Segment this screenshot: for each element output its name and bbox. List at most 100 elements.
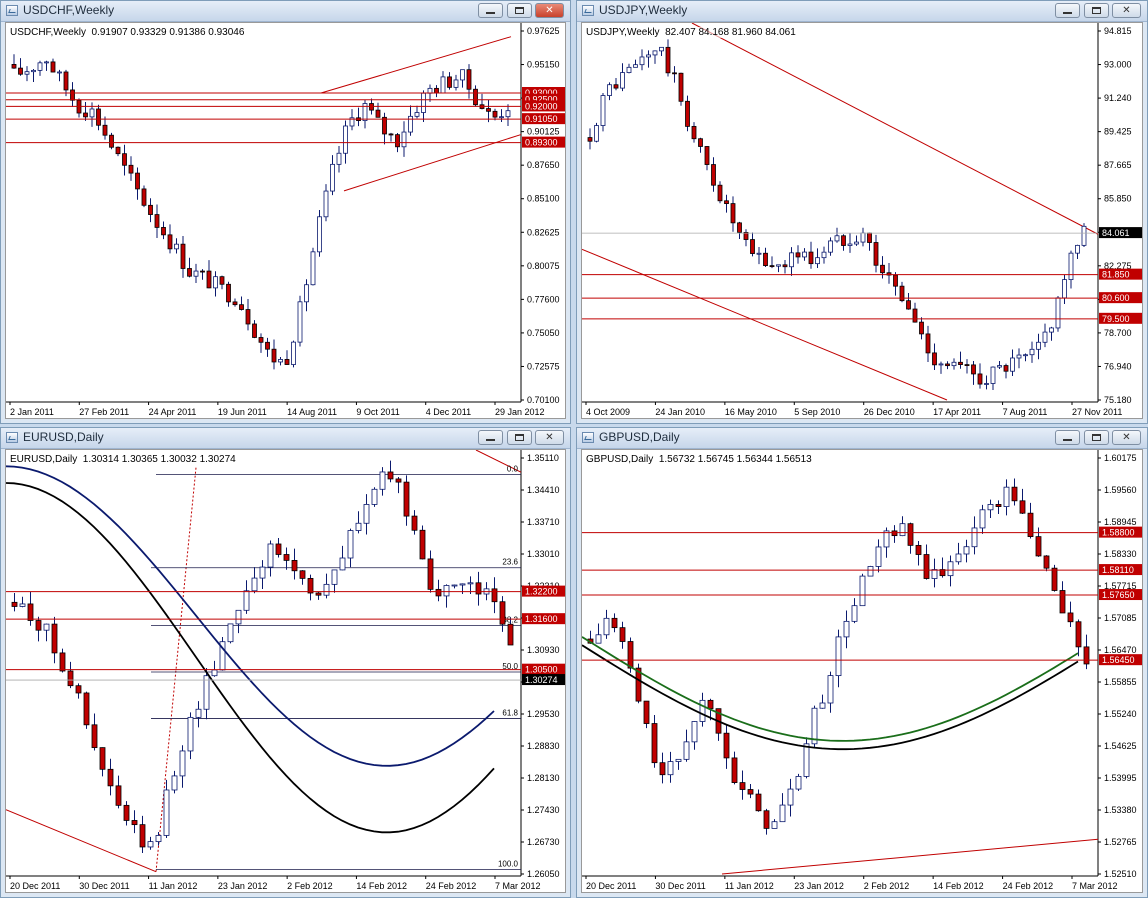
candle-body: [315, 592, 322, 596]
candle-body: [1083, 646, 1090, 665]
trend-line-lower: [582, 248, 948, 401]
candle-body: [747, 789, 754, 795]
symbol-info: USDCHF,Weekly 0.91907 0.93329 0.91386 0.…: [10, 27, 245, 38]
candle-body: [1011, 486, 1018, 502]
candle-body: [707, 699, 714, 710]
close-button[interactable]: ✕: [535, 430, 564, 445]
candle-body: [1023, 354, 1028, 357]
candle-body: [1029, 348, 1035, 356]
minimize-button[interactable]: [1055, 3, 1080, 18]
candle-body: [141, 188, 147, 206]
window-titlebar[interactable]: GBPUSD,Daily ✕: [577, 428, 1147, 449]
time-tick-label: 11 Jan 2012: [725, 881, 774, 891]
maximize-icon: [515, 7, 524, 14]
chart-window-gbpusd[interactable]: GBPUSD,Daily ✕ 1.60175 1.59560 1.58945 1.58…: [576, 427, 1148, 898]
candle-body: [685, 100, 690, 127]
level-price-label: 1.58800: [1102, 528, 1135, 538]
candle-body: [297, 301, 303, 343]
candle-body: [443, 585, 450, 597]
candle-body: [18, 67, 23, 75]
candle-body: [750, 239, 755, 254]
chart-window-usdchf[interactable]: USDCHF,Weekly ✕ 0.976250.951500.926750.9…: [0, 0, 571, 424]
price-chart[interactable]: 0.976250.951500.926750.901250.876500.851…: [5, 22, 566, 419]
maximize-button[interactable]: [507, 430, 532, 445]
time-tick-label: 26 Dec 2010: [864, 407, 915, 417]
candle-body: [873, 242, 879, 266]
minimize-button[interactable]: [1055, 430, 1080, 445]
candle-body: [109, 134, 114, 148]
candle-body: [951, 361, 957, 367]
candle-body: [619, 627, 626, 642]
candle-body: [491, 588, 498, 603]
candle-body: [867, 566, 874, 577]
chart-canvas[interactable]: 1.601751.595601.589451.583301.577151.570…: [582, 450, 1143, 893]
price-chart[interactable]: 1.60175 1.59560 1.58945 1.58330 1.57715 1.570…: [581, 449, 1143, 893]
candle-body: [330, 163, 335, 192]
candle-body: [893, 274, 898, 287]
candle-body: [451, 584, 458, 587]
candle-body: [11, 601, 18, 607]
candle-body: [139, 824, 146, 848]
price-chart[interactable]: 1.351101.344101.337101.330101.323101.316…: [5, 449, 566, 893]
candle-body: [659, 762, 666, 776]
candle-body: [651, 723, 658, 764]
candle-body: [307, 577, 314, 594]
close-button[interactable]: ✕: [535, 3, 564, 18]
candle-body: [667, 761, 674, 776]
time-tick-label: 30 Dec 2011: [655, 881, 705, 891]
candle-body: [167, 234, 173, 250]
price-chart[interactable]: 94.815 93.000 91.240 89.425 87.665 85.850 84.0…: [581, 22, 1143, 419]
time-tick-label: 14 Aug 2011: [287, 407, 337, 417]
channel-line-upper: [320, 36, 512, 94]
candle-body: [89, 108, 95, 118]
candle-body: [867, 232, 872, 243]
time-tick-label: 23 Jan 2012: [218, 881, 268, 891]
price-tick-label: 1.52765: [1104, 837, 1137, 847]
chart-canvas[interactable]: 1.351101.344101.337101.330101.323101.316…: [6, 450, 566, 893]
candle-body: [135, 172, 140, 190]
candle-body: [473, 88, 478, 106]
candle-body: [875, 546, 882, 567]
candle-body: [665, 46, 671, 74]
minimize-button[interactable]: [478, 3, 503, 18]
ohlc-values: 82.407 84.168 81.960 84.061: [665, 27, 796, 38]
candle-body: [771, 821, 778, 829]
maximize-button[interactable]: [507, 3, 532, 18]
candle-body: [803, 743, 810, 777]
chart-window-eurusd[interactable]: EURUSD,Daily ✕ 1.35110 1.34410 1.33710 1.33…: [0, 427, 571, 898]
chart-window-usdjpy[interactable]: USDJPY,Weekly ✕ 94.815 93.000 91.240 89.425…: [576, 0, 1148, 424]
close-button[interactable]: ✕: [1112, 430, 1141, 445]
candle-body: [979, 509, 986, 529]
candle-body: [931, 569, 938, 579]
window-titlebar[interactable]: USDCHF,Weekly ✕: [1, 1, 570, 22]
candle-body: [925, 333, 931, 354]
minimize-icon: [486, 12, 495, 14]
window-titlebar[interactable]: USDJPY,Weekly ✕: [577, 1, 1147, 22]
candle-body: [611, 617, 618, 629]
candle-body: [251, 577, 258, 592]
close-button[interactable]: ✕: [1112, 3, 1141, 18]
maximize-button[interactable]: [1084, 3, 1109, 18]
minimize-button[interactable]: [478, 430, 503, 445]
window-titlebar[interactable]: EURUSD,Daily ✕: [1, 428, 570, 449]
candle-body: [75, 685, 82, 694]
candle-body: [213, 276, 218, 289]
price-tick-label: 0.77600: [527, 294, 560, 304]
candle-body: [587, 137, 593, 142]
candle-body: [379, 471, 386, 490]
chart-canvas[interactable]: 0.976250.951500.926750.901250.876500.851…: [6, 23, 566, 419]
candle-body: [453, 79, 459, 88]
candle-body: [711, 164, 716, 186]
candle-body: [923, 554, 930, 579]
maximize-button[interactable]: [1084, 430, 1109, 445]
price-tick-label: 85.850: [1104, 194, 1132, 204]
candle-body: [1019, 500, 1026, 514]
candle-body: [57, 71, 62, 74]
candle-body: [613, 84, 619, 89]
candle-body: [347, 530, 354, 559]
candle-body: [382, 116, 387, 135]
chart-canvas[interactable]: 94.815 93.000 91.240 89.425 87.665 85.850 84.0…: [582, 23, 1143, 419]
candle-body: [27, 603, 34, 621]
time-tick-label: 24 Feb 2012: [1003, 881, 1054, 891]
candle-body: [964, 364, 970, 366]
